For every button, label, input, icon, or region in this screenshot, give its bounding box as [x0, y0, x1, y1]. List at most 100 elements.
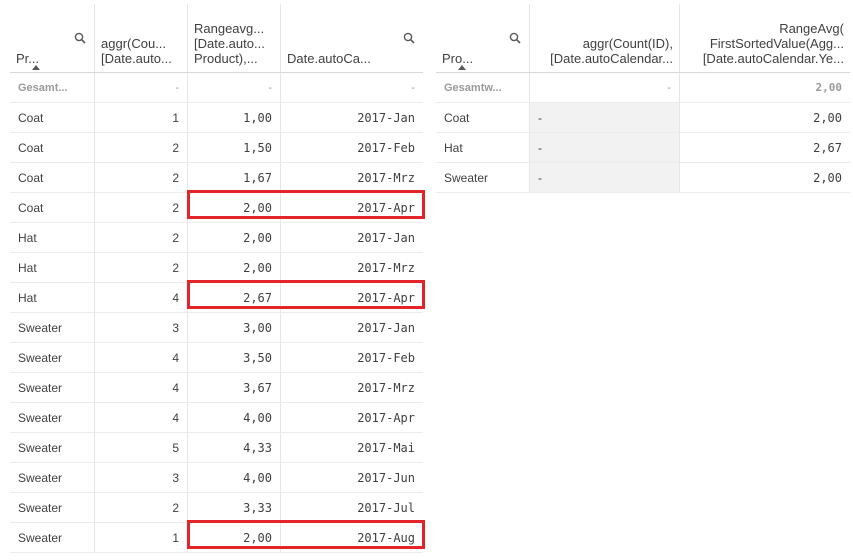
count-cell[interactable]: 5: [95, 433, 188, 462]
rangeavg-cell[interactable]: 3,00: [188, 313, 281, 342]
table-row[interactable]: Sweater -2,00: [436, 163, 850, 193]
product-cell[interactable]: Sweater: [10, 373, 95, 402]
product-cell[interactable]: Sweater: [436, 163, 530, 192]
rangeavg-cell[interactable]: 3,50: [188, 343, 281, 372]
table-row[interactable]: Sweater 3 3,00 2017-Jan: [10, 313, 423, 343]
product-cell[interactable]: Coat: [10, 163, 95, 192]
date-cell[interactable]: 2017-Jan: [281, 313, 423, 342]
column-header-rangeavg[interactable]: RangeAvg( FirstSortedValue(Agg... [Date.…: [680, 4, 850, 72]
search-icon[interactable]: [403, 32, 415, 44]
date-cell[interactable]: 2017-Jan: [281, 223, 423, 252]
table-row[interactable]: Sweater 5 4,33 2017-Mai: [10, 433, 423, 463]
product-cell[interactable]: Sweater: [10, 343, 95, 372]
table-row[interactable]: Hat 2 2,00 2017-Jan: [10, 223, 423, 253]
count-cell[interactable]: 4: [95, 403, 188, 432]
rangeavg-cell[interactable]: 2,67: [680, 133, 850, 162]
count-cell[interactable]: 1: [95, 523, 188, 552]
table-row[interactable]: Coat -2,00: [436, 103, 850, 133]
rangeavg-cell[interactable]: 3,33: [188, 493, 281, 522]
product-cell[interactable]: Sweater: [10, 523, 95, 552]
product-cell[interactable]: Coat: [10, 103, 95, 132]
table-row[interactable]: Sweater 4 3,50 2017-Feb: [10, 343, 423, 373]
count-cell[interactable]: 2: [95, 223, 188, 252]
date-cell[interactable]: 2017-Mrz: [281, 253, 423, 282]
date-cell[interactable]: 2017-Apr: [281, 283, 423, 312]
rangeavg-cell[interactable]: 1,67: [188, 163, 281, 192]
table-row[interactable]: Coat 2 1,67 2017-Mrz: [10, 163, 423, 193]
product-cell[interactable]: Hat: [10, 253, 95, 282]
date-cell[interactable]: 2017-Jun: [281, 463, 423, 492]
product-cell[interactable]: Hat: [436, 133, 530, 162]
table-row[interactable]: Coat 2 1,50 2017-Feb: [10, 133, 423, 163]
search-icon[interactable]: [74, 32, 86, 44]
date-cell[interactable]: 2017-Jul: [281, 493, 423, 522]
date-cell[interactable]: 2017-Apr: [281, 403, 423, 432]
product-cell[interactable]: Sweater: [10, 403, 95, 432]
count-cell[interactable]: 2: [95, 163, 188, 192]
product-cell[interactable]: Sweater: [10, 313, 95, 342]
count-cell[interactable]: 2: [95, 193, 188, 222]
date-cell[interactable]: 2017-Jan: [281, 103, 423, 132]
rangeavg-cell[interactable]: 1,50: [188, 133, 281, 162]
count-cell[interactable]: 2: [95, 253, 188, 282]
date-cell[interactable]: 2017-Mrz: [281, 373, 423, 402]
table-row[interactable]: Coat 1 1,00 2017-Jan: [10, 103, 423, 133]
count-cell[interactable]: 3: [95, 313, 188, 342]
date-cell[interactable]: 2017-Feb: [281, 343, 423, 372]
table-row[interactable]: Coat 2 2,00 2017-Apr: [10, 193, 423, 223]
product-cell[interactable]: Hat: [10, 283, 95, 312]
product-cell[interactable]: Coat: [10, 193, 95, 222]
count-cell[interactable]: 3: [95, 463, 188, 492]
table-body: Coat 1 1,00 2017-Jan Coat 2 1,50 2017-Feb Coat 2 1…: [10, 103, 423, 553]
rangeavg-cell[interactable]: 2,00: [188, 223, 281, 252]
column-header-date[interactable]: Date.autoCa...: [281, 4, 423, 72]
product-cell[interactable]: Sweater: [10, 433, 95, 462]
column-header-rangeavg[interactable]: Rangeavg... [Date.auto... Product),...: [188, 4, 281, 72]
count-cell[interactable]: 2: [95, 493, 188, 522]
rangeavg-cell[interactable]: 2,67: [188, 283, 281, 312]
rangeavg-cell[interactable]: 4,00: [188, 403, 281, 432]
table-row[interactable]: Sweater 4 3,67 2017-Mrz: [10, 373, 423, 403]
count-cell[interactable]: 4: [95, 283, 188, 312]
column-header-product[interactable]: Pro...: [436, 4, 530, 72]
column-header-aggr-count[interactable]: aggr(Count(ID), [Date.autoCalendar...: [530, 4, 680, 72]
date-cell[interactable]: 2017-Mai: [281, 433, 423, 462]
table-row[interactable]: Sweater 1 2,00 2017-Aug: [10, 523, 423, 553]
rangeavg-cell[interactable]: 2,00: [188, 193, 281, 222]
count-cell[interactable]: 4: [95, 373, 188, 402]
table-row[interactable]: Hat 4 2,67 2017-Apr: [10, 283, 423, 313]
search-icon[interactable]: [509, 32, 521, 44]
product-cell[interactable]: Coat: [10, 133, 95, 162]
sort-ascending-icon[interactable]: [32, 65, 40, 70]
product-cell[interactable]: Hat: [10, 223, 95, 252]
table-row[interactable]: Sweater 3 4,00 2017-Jun: [10, 463, 423, 493]
rangeavg-cell[interactable]: 2,00: [188, 253, 281, 282]
column-header-product[interactable]: Pr...: [10, 4, 95, 72]
sort-ascending-icon[interactable]: [458, 65, 466, 70]
rangeavg-cell[interactable]: 3,67: [188, 373, 281, 402]
count-cell[interactable]: 2: [95, 133, 188, 162]
count-cell[interactable]: -: [530, 103, 680, 132]
table-row[interactable]: Sweater 2 3,33 2017-Jul: [10, 493, 423, 523]
count-cell[interactable]: 4: [95, 343, 188, 372]
count-cell[interactable]: 1: [95, 103, 188, 132]
rangeavg-cell[interactable]: 4,33: [188, 433, 281, 462]
table-row[interactable]: Hat 2 2,00 2017-Mrz: [10, 253, 423, 283]
product-cell[interactable]: Coat: [436, 103, 530, 132]
rangeavg-cell[interactable]: 2,00: [680, 163, 850, 192]
rangeavg-cell[interactable]: 2,00: [680, 103, 850, 132]
rangeavg-cell[interactable]: 1,00: [188, 103, 281, 132]
product-cell[interactable]: Sweater: [10, 493, 95, 522]
rangeavg-cell[interactable]: 4,00: [188, 463, 281, 492]
rangeavg-cell[interactable]: 2,00: [188, 523, 281, 552]
table-row[interactable]: Sweater 4 4,00 2017-Apr: [10, 403, 423, 433]
date-cell[interactable]: 2017-Feb: [281, 133, 423, 162]
date-cell[interactable]: 2017-Apr: [281, 193, 423, 222]
date-cell[interactable]: 2017-Aug: [281, 523, 423, 552]
count-cell[interactable]: -: [530, 133, 680, 162]
table-row[interactable]: Hat -2,67: [436, 133, 850, 163]
product-cell[interactable]: Sweater: [10, 463, 95, 492]
column-header-aggr-count[interactable]: aggr(Cou... [Date.auto...: [95, 4, 188, 72]
date-cell[interactable]: 2017-Mrz: [281, 163, 423, 192]
count-cell[interactable]: -: [530, 163, 680, 192]
